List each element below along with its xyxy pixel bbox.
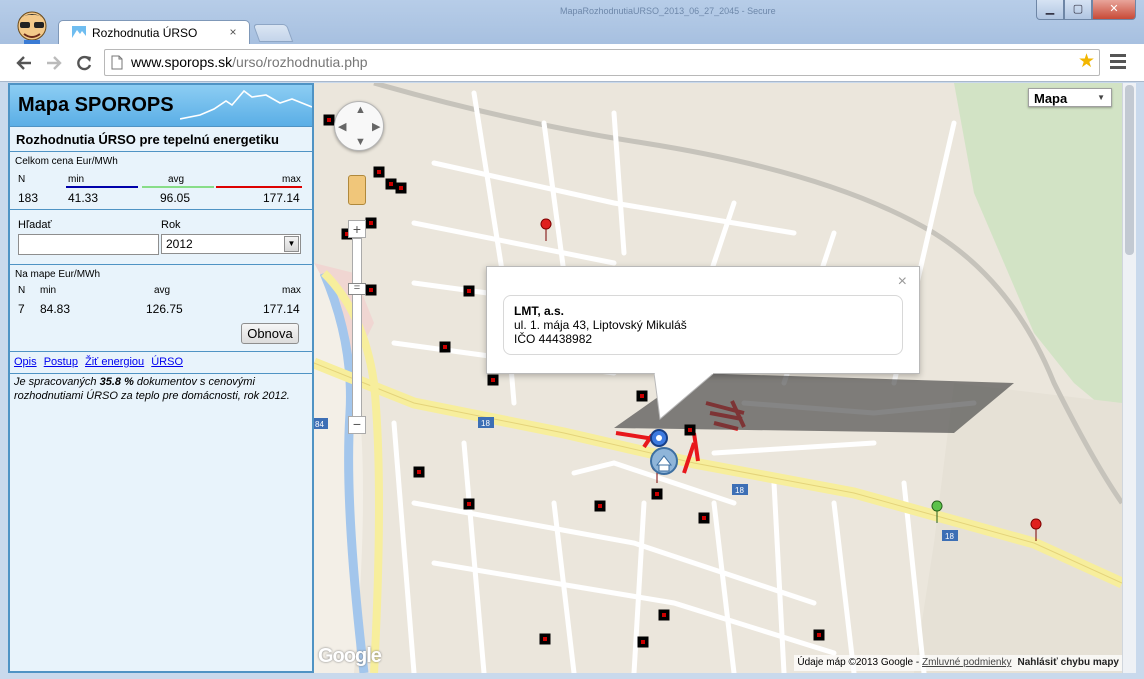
total-min: 41.33 [68, 191, 99, 205]
zoom-in-button[interactable]: + [348, 220, 366, 238]
mountain-graph-icon [180, 89, 312, 120]
pan-down-icon[interactable]: ▼ [355, 136, 366, 148]
map-n: 7 [18, 302, 25, 316]
link-opis[interactable]: Opis [14, 356, 37, 368]
refresh-button[interactable]: Obnova [241, 323, 299, 344]
pan-up-icon[interactable]: ▲ [355, 104, 366, 116]
map-head-avg: avg [154, 285, 171, 296]
page-content: Mapa SPOROPS Rozhodnutia ÚRSO pre tepeln… [8, 83, 1136, 673]
map-max: 177.14 [263, 302, 300, 316]
browser-menu-icon[interactable] [1110, 54, 1126, 70]
min-line [66, 186, 138, 188]
maximize-button[interactable]: ▢ [1064, 0, 1092, 20]
app-logo-icon [17, 11, 47, 48]
browser-titlebar: Rozhodnutia ÚRSO × MapaRozhodnutiaURSO_2… [0, 0, 1144, 48]
total-head-min: min [68, 174, 85, 185]
report-map-error-link[interactable]: Nahlásiť chybu mapy [1018, 657, 1120, 668]
back-button[interactable] [12, 51, 36, 75]
map-stats: Na mape Eur/MWh N min avg max 7 84.83 12… [10, 265, 312, 352]
link-zit-energiou[interactable]: Žiť energiou [85, 356, 144, 368]
street-view-pegman-icon[interactable] [348, 175, 366, 205]
panel-title: Rozhodnutia ÚRSO pre tepelnú energetiku [10, 128, 312, 152]
terms-link[interactable]: Zmluvné podmienky [922, 657, 1011, 668]
map-avg: 126.75 [146, 302, 183, 316]
link-urso[interactable]: ÚRSO [151, 356, 183, 368]
company-ico: IČO 44438982 [514, 332, 593, 346]
map-head-n: N [18, 285, 26, 296]
company-name: LMT, a.s. [514, 304, 565, 318]
zoom-slider[interactable] [352, 238, 362, 418]
year-label: Rok [161, 219, 181, 231]
company-address: ul. 1. mája 43, Liptovský Mikuláš [514, 318, 687, 332]
info-window-tail [654, 373, 715, 420]
map-stats-caption: Na mape Eur/MWh [15, 269, 101, 280]
forward-button[interactable] [42, 51, 66, 75]
map-type-label: Mapa [1034, 91, 1068, 106]
sidebar-header: Mapa SPOROPS [10, 85, 312, 127]
search-input[interactable] [18, 234, 159, 255]
info-links: Opis Postup Žiť energiou ÚRSO [10, 352, 312, 374]
pan-right-icon[interactable]: ▶ [372, 120, 380, 133]
pan-left-icon[interactable]: ◀ [338, 120, 346, 133]
search-section: Hľadať Rok 2012 ▼ [10, 211, 312, 265]
total-avg: 96.05 [160, 191, 191, 205]
pan-control[interactable]: ▲ ◀ ▶ ▼ [334, 101, 384, 151]
map-head-min: min [40, 285, 57, 296]
total-n: 183 [18, 191, 39, 205]
info-window: × LMT, a.s. ul. 1. mája 43, Liptovský Mi… [486, 266, 920, 374]
scrollbar-thumb[interactable] [1125, 85, 1134, 255]
svg-text:84: 84 [315, 420, 324, 429]
total-caption: Celkom cena Eur/MWh [15, 156, 118, 167]
total-stats: Celkom cena Eur/MWh N min avg max 183 41… [10, 152, 312, 210]
new-tab-button[interactable] [252, 24, 294, 42]
coverage-note: Je spracovaných 35.8 % dokumentov s ceno… [14, 376, 290, 402]
google-logo[interactable]: Google [318, 645, 382, 668]
page-scrollbar[interactable] [1122, 83, 1136, 673]
tab-title: Rozhodnutia ÚRSO [92, 26, 198, 40]
total-head-max: max [282, 174, 301, 185]
coverage-percent: 35.8 % [99, 376, 134, 388]
tab-close-icon[interactable]: × [226, 25, 240, 39]
page-icon [111, 55, 123, 70]
mountain-favicon-icon [72, 26, 86, 38]
minimize-button[interactable]: ▁ [1036, 0, 1064, 20]
url-text: www.sporops.sk/urso/rozhodnutia.php [131, 54, 368, 70]
browser-toolbar: www.sporops.sk/urso/rozhodnutia.php ★ [0, 44, 1144, 82]
bookmark-star-icon[interactable]: ★ [1078, 52, 1095, 72]
sidebar-panel: Mapa SPOROPS Rozhodnutia ÚRSO pre tepeln… [8, 83, 314, 673]
window-title: MapaRozhodnutiaURSO_2013_06_27_2045 - Se… [560, 6, 776, 16]
back-arrow-icon [16, 56, 31, 70]
chevron-down-icon: ▼ [1097, 93, 1105, 102]
total-head-n: N [18, 174, 26, 185]
map-type-select[interactable]: Mapa ▼ [1028, 88, 1112, 107]
reload-icon [77, 55, 92, 71]
zoom-out-button[interactable]: − [348, 416, 366, 434]
svg-text:18: 18 [481, 419, 490, 428]
link-postup[interactable]: Postup [44, 356, 78, 368]
zoom-slider-handle[interactable]: = [348, 283, 366, 295]
forward-arrow-icon [47, 56, 62, 70]
year-value: 2012 [166, 237, 193, 251]
tab-rozhodnutia[interactable]: Rozhodnutia ÚRSO × [58, 20, 250, 46]
reload-button[interactable] [72, 51, 96, 75]
max-line [216, 186, 302, 188]
svg-text:18: 18 [945, 532, 954, 541]
info-content: LMT, a.s. ul. 1. mája 43, Liptovský Miku… [503, 295, 903, 355]
svg-text:18: 18 [735, 486, 744, 495]
search-label: Hľadať [18, 219, 52, 231]
map-canvas[interactable]: 18 18 18 84 ▲ ◀ ▶ ▼ + = − Mapa ▼ × LMT, … [314, 83, 1122, 673]
chevron-down-icon: ▼ [284, 236, 299, 252]
map-min: 84.83 [40, 302, 71, 316]
map-head-max: max [282, 285, 301, 296]
total-head-avg: avg [168, 174, 185, 185]
avg-line [142, 186, 214, 188]
map-attribution: Údaje máp ©2013 Google - Zmluvné podmien… [794, 655, 1122, 671]
total-max: 177.14 [263, 191, 300, 205]
info-close-icon[interactable]: × [898, 273, 907, 291]
year-select[interactable]: 2012 ▼ [161, 234, 301, 254]
address-bar[interactable]: www.sporops.sk/urso/rozhodnutia.php ★ [104, 49, 1100, 76]
window-close-button[interactable]: ✕ [1092, 0, 1136, 20]
site-title: Mapa SPOROPS [18, 94, 174, 116]
